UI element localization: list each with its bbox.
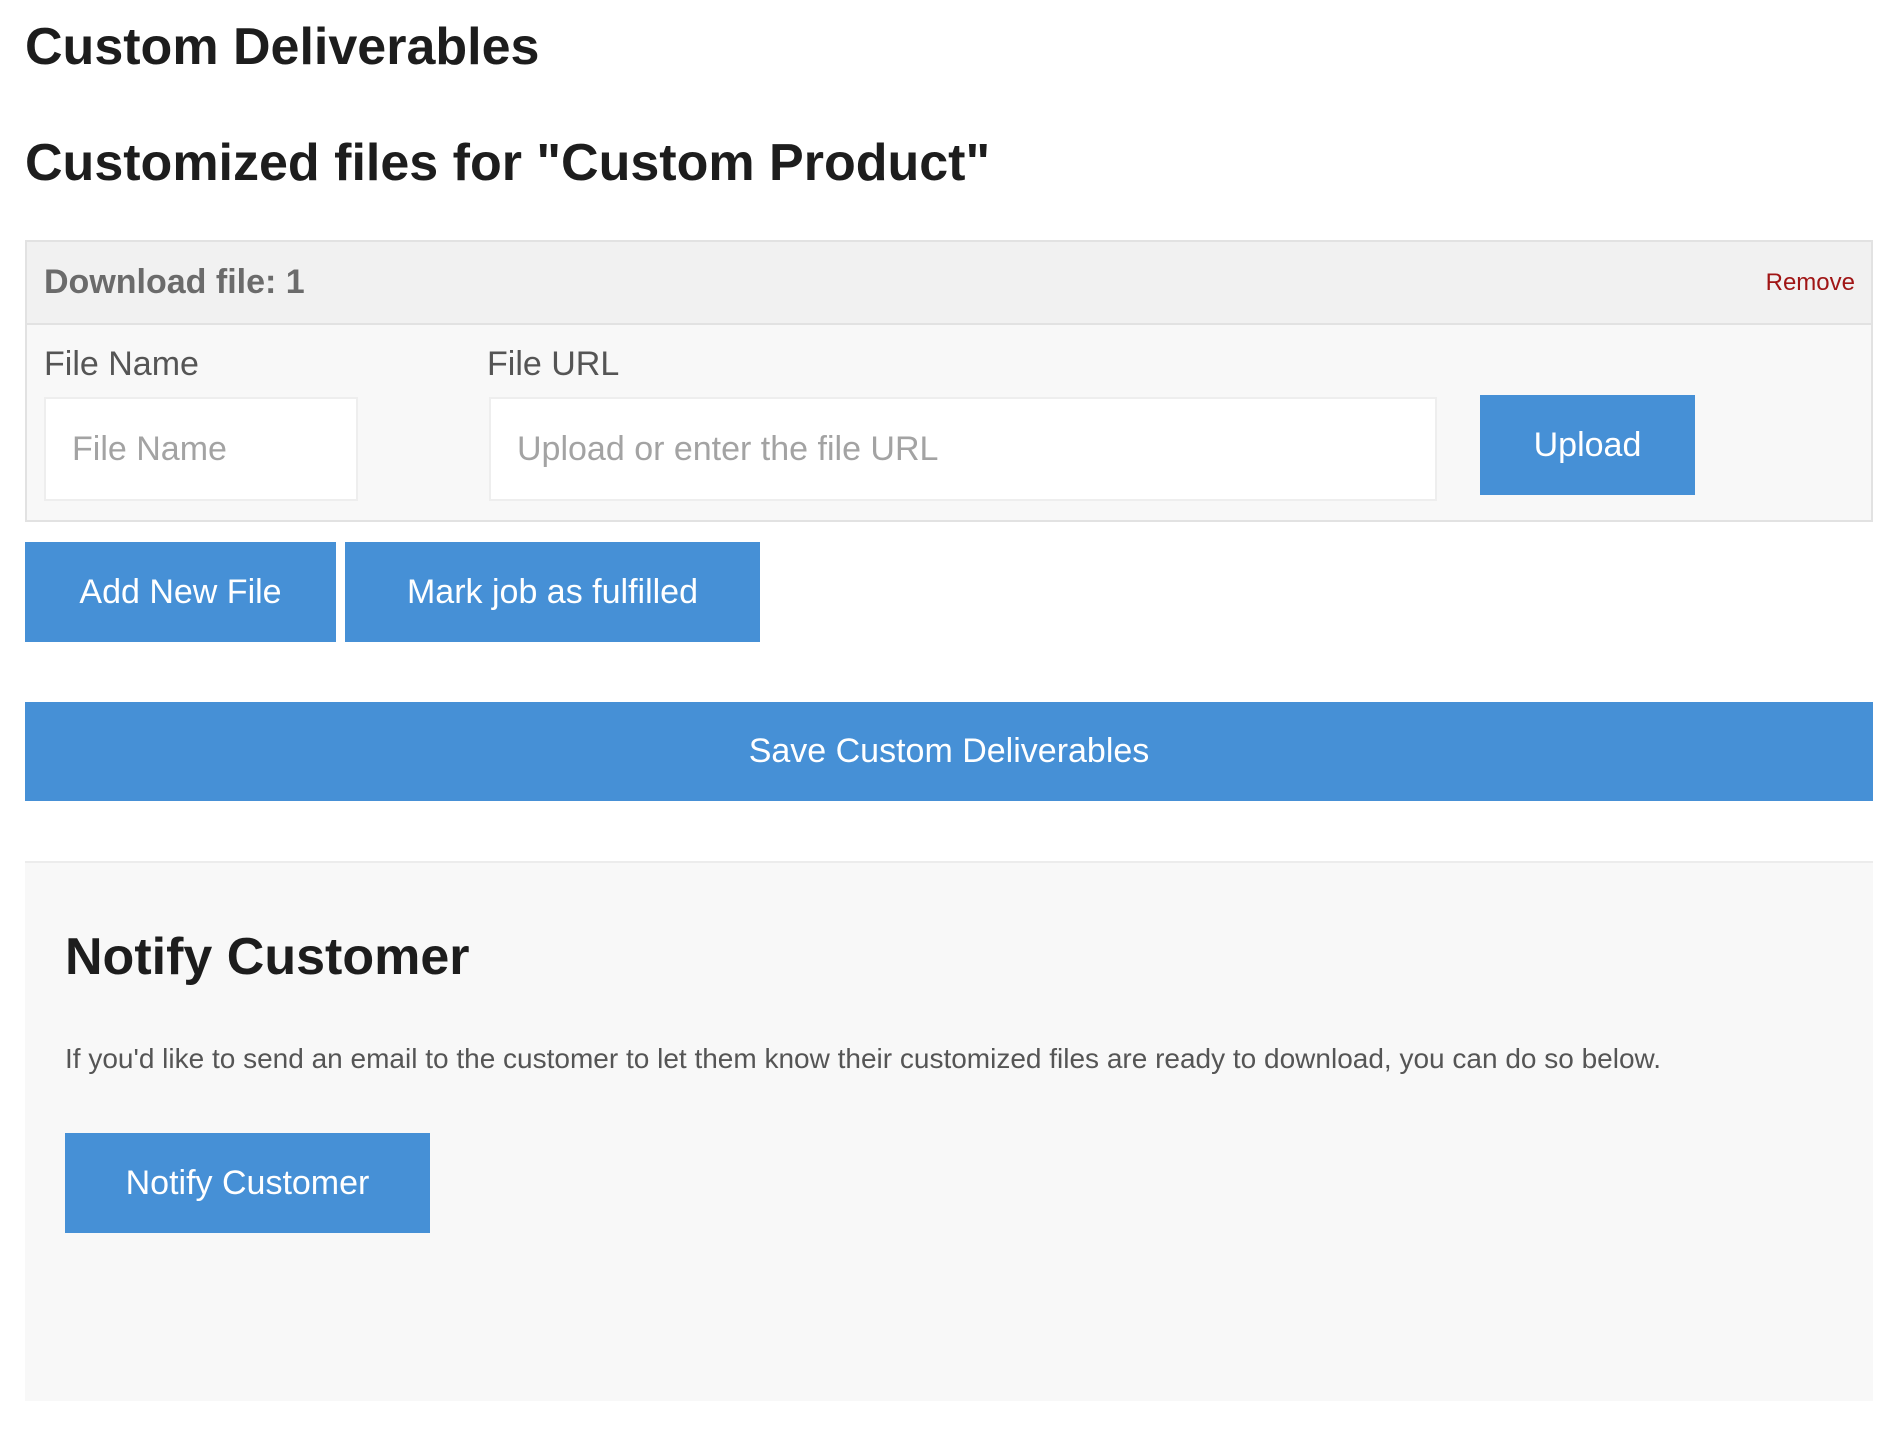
file-url-input[interactable] — [489, 397, 1437, 501]
custom-deliverables-page: Custom Deliverables Customized files for… — [0, 0, 1890, 1432]
download-file-body: File Name File URL Upload — [27, 325, 1871, 520]
section-title: Customized files for "Custom Product" — [25, 134, 991, 192]
save-custom-deliverables-button[interactable]: Save Custom Deliverables — [25, 702, 1873, 801]
file-actions-row: Add New File Mark job as fulfilled — [25, 542, 1875, 642]
upload-button[interactable]: Upload — [1480, 395, 1695, 495]
file-url-label: File URL — [487, 345, 620, 383]
add-new-file-button[interactable]: Add New File — [25, 542, 336, 642]
download-file-title: Download file: 1 — [44, 263, 305, 301]
remove-file-link[interactable]: Remove — [1766, 269, 1855, 297]
mark-job-fulfilled-button[interactable]: Mark job as fulfilled — [345, 542, 760, 642]
download-file-header: Download file: 1 Remove — [27, 242, 1871, 325]
file-name-input[interactable] — [44, 397, 358, 501]
notify-customer-button[interactable]: Notify Customer — [65, 1133, 430, 1233]
file-name-label: File Name — [44, 345, 199, 383]
notify-customer-panel: Notify Customer If you'd like to send an… — [25, 861, 1873, 1401]
page-title: Custom Deliverables — [25, 18, 540, 76]
notify-customer-description: If you'd like to send an email to the cu… — [65, 1043, 1661, 1074]
download-file-block: Download file: 1 Remove File Name File U… — [25, 240, 1873, 522]
notify-customer-title: Notify Customer — [65, 928, 470, 986]
